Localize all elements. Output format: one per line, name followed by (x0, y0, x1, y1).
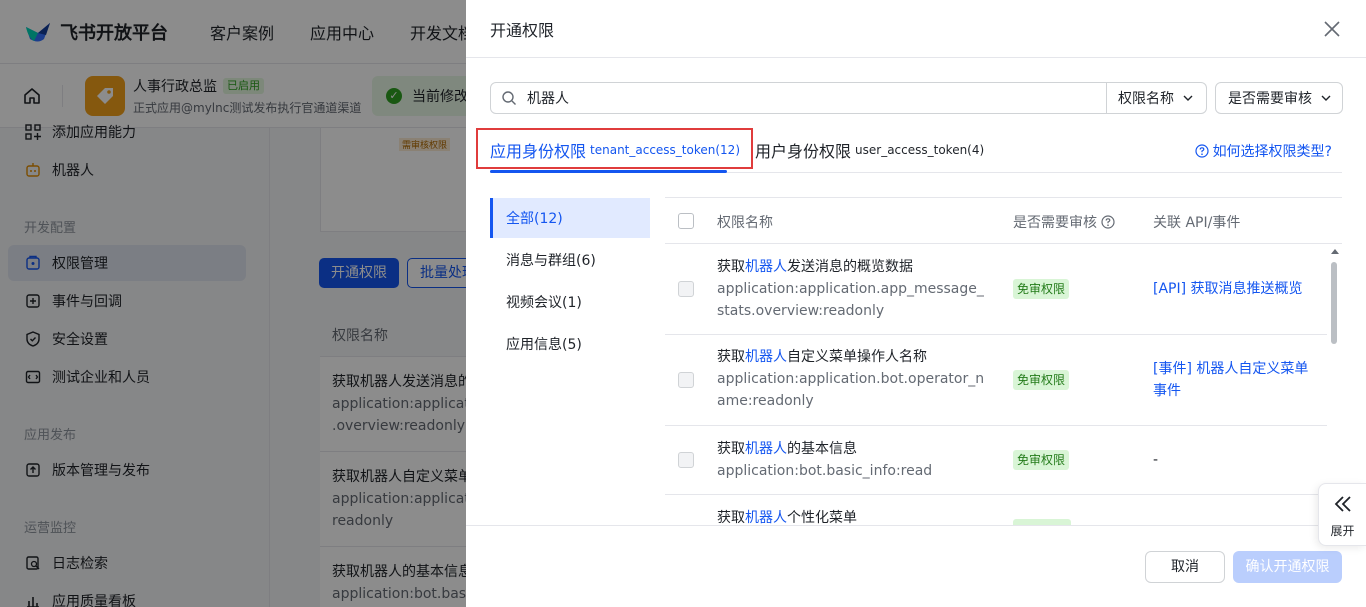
name-highlight: 机器人 (745, 441, 787, 457)
permission-name: 获取机器人发送消息的概览数据 application:application.a… (717, 256, 989, 322)
drawer-title: 开通权限 (490, 20, 555, 40)
search-row: 机器人 权限名称 是否需要审核 (490, 82, 1343, 114)
scroll-up-arrow[interactable] (1331, 249, 1339, 254)
name-prefix: 获取 (717, 441, 745, 457)
tab-user-identity[interactable]: 用户身份权限 user_access_token(4) (755, 128, 984, 172)
select-value: 是否需要审核 (1228, 91, 1312, 107)
permission-scope: application:bot.basic_info:read (717, 463, 933, 479)
cancel-button[interactable]: 取消 (1145, 551, 1225, 583)
column-header-review: 是否需要审核 (1013, 212, 1115, 232)
drawer-header: 开通权限 (466, 0, 1366, 58)
name-highlight: 机器人 (745, 510, 787, 525)
review-free-tag: 免审权限 (1013, 370, 1070, 390)
expand-label: 展开 (1330, 524, 1355, 538)
search-icon (502, 91, 516, 105)
table-row: 获取机器人个性化菜单 (665, 495, 1327, 525)
category-messages[interactable]: 消息与群组(6) (490, 240, 650, 280)
question-circle-icon[interactable] (1101, 215, 1115, 229)
table-row: 获取机器人自定义菜单操作人名称 application:application.… (665, 335, 1327, 426)
search-input[interactable]: 机器人 (490, 82, 1107, 114)
name-prefix: 获取 (717, 510, 745, 525)
open-permission-drawer: 开通权限 机器人 权限名称 是否需要审核 应用身份权限 tenant_acces… (466, 0, 1366, 607)
category-app-info[interactable]: 应用信息(5) (490, 324, 650, 364)
scrollbar-thumb[interactable] (1331, 262, 1337, 344)
permission-name: 获取机器人自定义菜单操作人名称 application:application.… (717, 346, 989, 412)
question-circle-icon (1194, 144, 1209, 158)
active-tab-indicator (490, 170, 727, 173)
row-checkbox[interactable] (678, 452, 694, 468)
name-highlight: 机器人 (745, 349, 787, 365)
select-all-checkbox[interactable] (678, 213, 694, 229)
name-suffix: 的基本信息 (787, 441, 857, 457)
table-row: 获取机器人的基本信息 application:bot.basic_info:re… (665, 426, 1327, 495)
expand-button[interactable]: 展开 (1318, 483, 1366, 546)
confirm-open-button[interactable]: 确认开通权限 (1233, 551, 1342, 583)
row-checkbox[interactable] (678, 372, 694, 388)
name-suffix: 自定义菜单操作人名称 (787, 349, 927, 365)
tab-token: user_access_token(4) (855, 143, 985, 157)
name-prefix: 获取 (717, 349, 745, 365)
category-all[interactable]: 全部(12) (490, 198, 650, 238)
name-suffix: 个性化菜单 (787, 510, 857, 525)
double-chevron-left-icon (1334, 496, 1351, 512)
table-header: 权限名称 是否需要审核 关联 API/事件 (665, 197, 1342, 244)
search-value: 机器人 (527, 91, 569, 107)
row-checkbox[interactable] (678, 281, 694, 297)
name-suffix: 发送消息的概览数据 (787, 259, 913, 275)
related-event-link[interactable]: [事件] 机器人自定义菜单事件 (1153, 358, 1318, 402)
review-free-tag: 免审权限 (1013, 450, 1070, 470)
related-api-link[interactable]: [API] 获取消息推送概览 (1153, 278, 1318, 300)
column-header-api: 关联 API/事件 (1153, 215, 1241, 231)
help-link-text: 如何选择权限类型? (1212, 144, 1332, 160)
select-value: 权限名称 (1118, 91, 1174, 107)
name-highlight: 机器人 (745, 259, 787, 275)
chevron-down-icon (1183, 95, 1193, 101)
column-header-review-label: 是否需要审核 (1013, 215, 1097, 231)
permission-name: 获取机器人的基本信息 application:bot.basic_info:re… (717, 438, 989, 482)
search-field-select[interactable]: 权限名称 (1107, 82, 1207, 114)
tab-label: 应用身份权限 (490, 142, 587, 161)
review-free-tag: 免审权限 (1013, 279, 1070, 299)
permission-scope: application:application.app_message_stat… (717, 281, 984, 319)
chevron-down-icon (1321, 95, 1331, 101)
category-video-meeting[interactable]: 视频会议(1) (490, 282, 650, 322)
tab-tenant-identity[interactable]: 应用身份权限 tenant_access_token(12) (490, 128, 740, 172)
tab-token: tenant_access_token(12) (590, 143, 740, 157)
table-row: 获取机器人发送消息的概览数据 application:application.a… (665, 244, 1327, 335)
permission-type-help-link[interactable]: 如何选择权限类型? (1194, 141, 1332, 161)
related-api-empty: - (1153, 452, 1159, 468)
permission-name: 获取机器人个性化菜单 (717, 507, 989, 525)
tab-label: 用户身份权限 (755, 142, 852, 161)
permission-scope: application:application.bot.operator_nam… (717, 371, 985, 409)
drawer-footer: 取消 确认开通权限 (466, 525, 1366, 607)
column-header-name: 权限名称 (717, 215, 773, 231)
review-filter-select[interactable]: 是否需要审核 (1215, 82, 1343, 114)
permission-list-table: 权限名称 是否需要审核 关联 API/事件 获取机器人发送消息的概览数据 app… (665, 197, 1342, 525)
category-list: 全部(12) 消息与群组(6) 视频会议(1) 应用信息(5) (490, 198, 650, 366)
name-prefix: 获取 (717, 259, 745, 275)
close-icon[interactable] (1322, 19, 1342, 39)
identity-tabs: 应用身份权限 tenant_access_token(12) 用户身份权限 us… (476, 128, 1342, 173)
